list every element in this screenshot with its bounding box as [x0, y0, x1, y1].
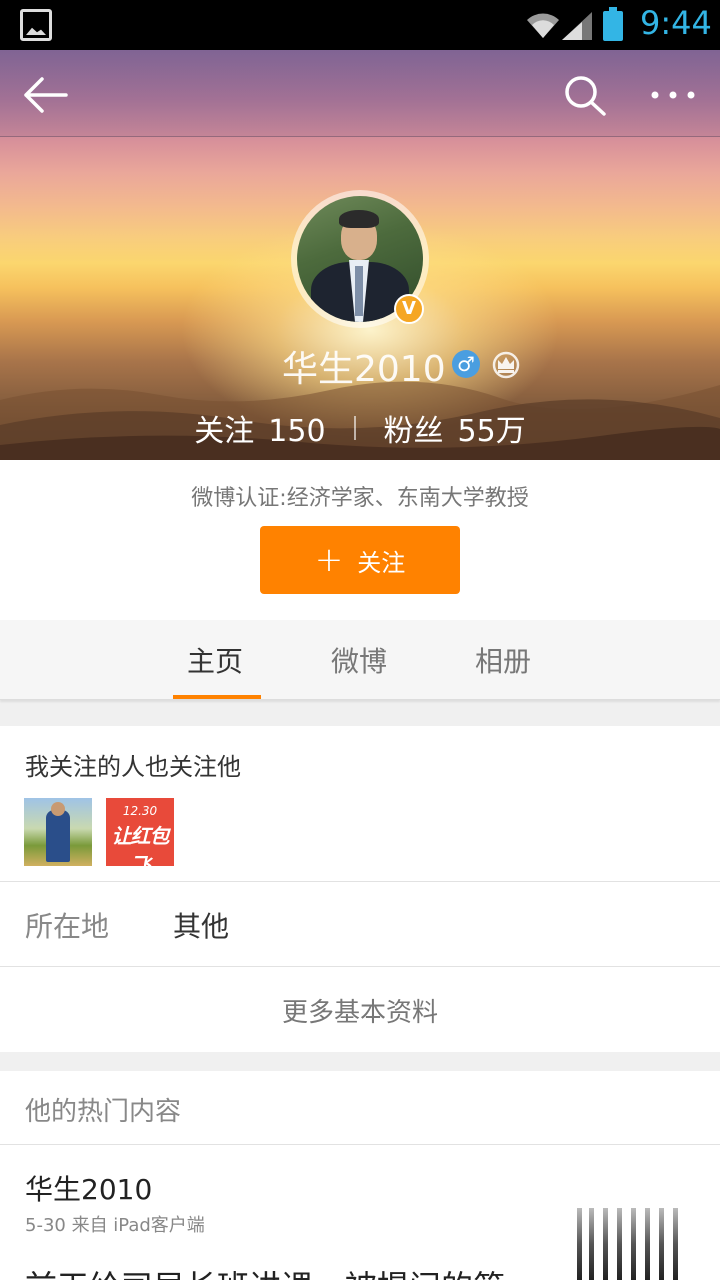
following-label: 关注	[194, 414, 255, 449]
stats-divider	[353, 416, 356, 440]
followers-label: 粉丝	[383, 414, 444, 449]
header-bar	[0, 50, 720, 137]
follow-stats: 关注 150 粉丝 55万	[0, 404, 720, 452]
profile-name: 华生2010	[282, 349, 446, 390]
status-bar: 9:44	[0, 0, 720, 50]
post-text[interactable]: 前天给司局长班讲课，被提问的第	[25, 1262, 505, 1280]
post-author[interactable]: 华生2010	[25, 1168, 152, 1208]
verification-text: 微博认证:经济学家、东南大学教授	[191, 486, 529, 511]
divider	[0, 966, 720, 967]
crown-icon[interactable]	[490, 349, 522, 379]
followers-stat[interactable]: 粉丝 55万	[384, 406, 526, 450]
friend-1-head	[51, 802, 65, 816]
location-value: 其他	[173, 910, 230, 943]
avatar-tie	[355, 266, 363, 316]
more-info-link[interactable]: 更多基本资料	[0, 992, 720, 1029]
active-tab-indicator	[173, 695, 261, 699]
gallery-notification-icon	[20, 9, 52, 41]
tab-home[interactable]: 主页	[187, 640, 243, 680]
tab-album[interactable]: 相册	[475, 640, 531, 680]
status-clock: 9:44	[640, 4, 712, 42]
friend-avatar-2[interactable]: 12.30 让红包飞	[106, 798, 174, 866]
divider	[0, 881, 720, 882]
verified-badge-icon: V	[394, 294, 424, 324]
plus-icon: +	[314, 540, 344, 580]
followers-count: 55万	[457, 414, 526, 449]
male-gender-icon: ♂	[452, 350, 480, 378]
header-divider	[0, 136, 720, 137]
divider	[0, 1144, 720, 1145]
post-thumbnail[interactable]	[575, 1208, 685, 1280]
friend-2-date: 12.30	[122, 804, 158, 818]
following-count: 150	[268, 414, 326, 449]
profile-tabs: 主页 微博 相册	[0, 620, 720, 700]
wifi-icon	[527, 13, 559, 39]
follow-button[interactable]: + 关注	[260, 526, 460, 594]
friend-1-figure	[46, 810, 70, 862]
more-button[interactable]	[648, 80, 698, 110]
hot-content-title: 他的热门内容	[25, 1097, 182, 1127]
follow-button-label: 关注	[357, 548, 406, 577]
common-follows-title: 我关注的人也关注他	[25, 753, 241, 781]
following-stat[interactable]: 关注 150	[194, 406, 325, 450]
friend-avatar-1[interactable]	[24, 798, 92, 866]
avatar-hair	[339, 210, 379, 228]
signal-icon	[562, 12, 592, 40]
back-button[interactable]	[22, 75, 70, 115]
friend-2-slogan: 让红包飞	[111, 824, 170, 866]
post-meta: 5-30 来自 iPad客户端	[25, 1215, 205, 1236]
tab-weibo[interactable]: 微博	[331, 640, 387, 680]
battery-icon	[603, 7, 623, 41]
search-button[interactable]	[562, 73, 608, 117]
location-label: 所在地	[25, 910, 110, 943]
